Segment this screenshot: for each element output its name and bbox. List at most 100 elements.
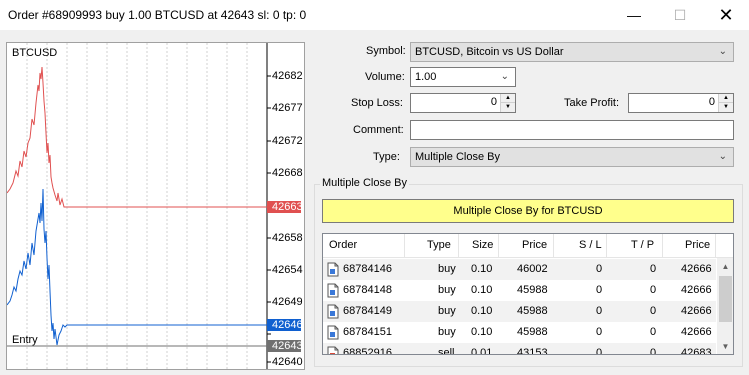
chart-symbol-label: BTCUSD — [12, 47, 58, 59]
sl-cell: 0 — [596, 305, 603, 317]
table-row[interactable]: 68852916 sell 0.01 43153 0 0 42683 — [323, 343, 716, 355]
size-cell: 0.10 — [471, 284, 493, 296]
title-bar: Order #68909993 buy 1.00 BTCUSD at 42643… — [0, 0, 749, 30]
tp-cell: 0 — [650, 326, 657, 338]
sl-cell: 0 — [596, 326, 603, 338]
order-type-select[interactable]: Multiple Close By ⌄ — [410, 147, 734, 167]
take-profit-spinner[interactable]: ▲ ▼ — [718, 94, 733, 112]
spin-down-icon[interactable]: ▼ — [719, 103, 733, 112]
column-header-price[interactable]: Price — [522, 239, 547, 251]
current-price-cell: 42666 — [681, 263, 712, 275]
type-cell: buy — [438, 284, 456, 296]
price-cell: 46002 — [517, 263, 548, 275]
scrollbar-thumb[interactable] — [719, 276, 732, 322]
spin-up-icon[interactable]: ▲ — [501, 94, 515, 103]
type-label: Type: — [373, 151, 400, 163]
maximize-button[interactable]: ☐ — [657, 0, 703, 30]
sl-cell: 0 — [596, 284, 603, 296]
column-header-tp[interactable]: T / P — [631, 239, 654, 251]
tick-chart: BTCUSD Entry 42682 42677 42672 42668 426… — [6, 42, 305, 370]
comment-label: Comment: — [353, 124, 404, 136]
table-row[interactable]: 68784146 buy 0.10 46002 0 0 42666 — [323, 259, 716, 280]
type-cell: buy — [438, 263, 456, 275]
order-cell: 68784148 — [343, 284, 392, 296]
stop-loss-label: Stop Loss: — [351, 97, 403, 109]
chart-entry-label: Entry — [12, 334, 38, 346]
column-header-size[interactable]: Size — [472, 239, 493, 251]
window-title: Order #68909993 buy 1.00 BTCUSD at 42643… — [8, 8, 307, 22]
ask-price-tag-label: 42646 — [272, 319, 303, 331]
tp-cell: 0 — [650, 284, 657, 296]
chevron-down-icon: ⌄ — [718, 46, 727, 57]
document-icon — [327, 325, 339, 340]
stop-loss-input[interactable]: 0 ▲ ▼ — [410, 93, 516, 113]
current-price-cell: 42683 — [681, 347, 712, 355]
take-profit-label: Take Profit: — [564, 97, 620, 109]
table-header: Order Type Size Price S / L T / P Price — [323, 234, 733, 258]
price-cell: 43153 — [517, 347, 548, 355]
order-cell: 68852916 — [343, 347, 392, 355]
price-tick-label: 42668 — [272, 167, 303, 179]
order-cell: 68784146 — [343, 263, 392, 275]
comment-input[interactable] — [410, 120, 734, 140]
price-tick-label: 42672 — [272, 135, 303, 147]
document-icon — [327, 304, 339, 319]
chevron-down-icon: ⌄ — [500, 71, 509, 82]
volume-combo[interactable]: 1.00 ⌄ — [410, 67, 516, 87]
tick-chart-svg — [7, 43, 301, 369]
price-cell: 45988 — [517, 305, 548, 317]
current-price-cell: 42666 — [681, 305, 712, 317]
document-icon — [327, 283, 339, 298]
current-price-cell: 42666 — [681, 284, 712, 296]
document-icon — [327, 346, 339, 354]
price-cell: 45988 — [517, 284, 548, 296]
take-profit-input[interactable]: 0 ▲ ▼ — [628, 93, 734, 113]
price-tick-label: 42682 — [272, 70, 303, 82]
table-row[interactable]: 68784148 buy 0.10 45988 0 0 42666 — [323, 280, 716, 301]
order-type-value: Multiple Close By — [415, 151, 500, 163]
volume-label: Volume: — [365, 71, 405, 83]
multiple-close-by-button[interactable]: Multiple Close By for BTCUSD — [322, 199, 734, 223]
price-tick-label: 42640 — [272, 356, 303, 368]
size-cell: 0.10 — [471, 326, 493, 338]
stop-loss-spinner[interactable]: ▲ ▼ — [500, 94, 515, 112]
ask-price-line — [7, 188, 267, 346]
symbol-label: Symbol: — [366, 45, 406, 57]
type-cell: buy — [438, 326, 456, 338]
price-tick-label: 42658 — [272, 232, 303, 244]
chevron-down-icon: ⌄ — [718, 151, 727, 162]
type-cell: sell — [438, 347, 455, 355]
bid-price-line — [7, 66, 267, 208]
price-cell: 45988 — [517, 326, 548, 338]
spin-down-icon[interactable]: ▼ — [501, 103, 515, 112]
positions-table: Order Type Size Price S / L T / P Price … — [322, 233, 734, 355]
price-tick-label: 42649 — [272, 296, 303, 308]
size-cell: 0.10 — [471, 263, 493, 275]
tp-cell: 0 — [650, 263, 657, 275]
column-header-order[interactable]: Order — [329, 239, 357, 251]
entry-price-tag-label: 42643 — [272, 340, 303, 352]
scroll-up-icon[interactable]: ▲ — [717, 258, 733, 275]
bid-price-tag-label: 42663 — [272, 201, 303, 213]
take-profit-value: 0 — [708, 96, 715, 108]
spin-up-icon[interactable]: ▲ — [719, 94, 733, 103]
current-price-cell: 42666 — [681, 326, 712, 338]
type-cell: buy — [438, 305, 456, 317]
size-cell: 0.10 — [471, 305, 493, 317]
order-cell: 68784151 — [343, 326, 392, 338]
stop-loss-value: 0 — [490, 96, 497, 108]
column-header-type[interactable]: Type — [427, 239, 451, 251]
close-button[interactable]: ✕ — [703, 0, 749, 30]
table-row[interactable]: 68784149 buy 0.10 45988 0 0 42666 — [323, 301, 716, 322]
sl-cell: 0 — [596, 347, 603, 355]
column-header-current-price[interactable]: Price — [685, 239, 710, 251]
document-icon — [327, 262, 339, 277]
scroll-down-icon[interactable]: ▼ — [717, 338, 733, 354]
price-tick-label: 42677 — [272, 102, 303, 114]
table-scrollbar[interactable]: ▲ ▼ — [717, 258, 733, 354]
symbol-select[interactable]: BTCUSD, Bitcoin vs US Dollar ⌄ — [410, 42, 734, 62]
column-header-sl[interactable]: S / L — [579, 239, 602, 251]
tp-cell: 0 — [650, 305, 657, 317]
minimize-button[interactable]: — — [611, 0, 657, 30]
table-row[interactable]: 68784151 buy 0.10 45988 0 0 42666 — [323, 322, 716, 343]
